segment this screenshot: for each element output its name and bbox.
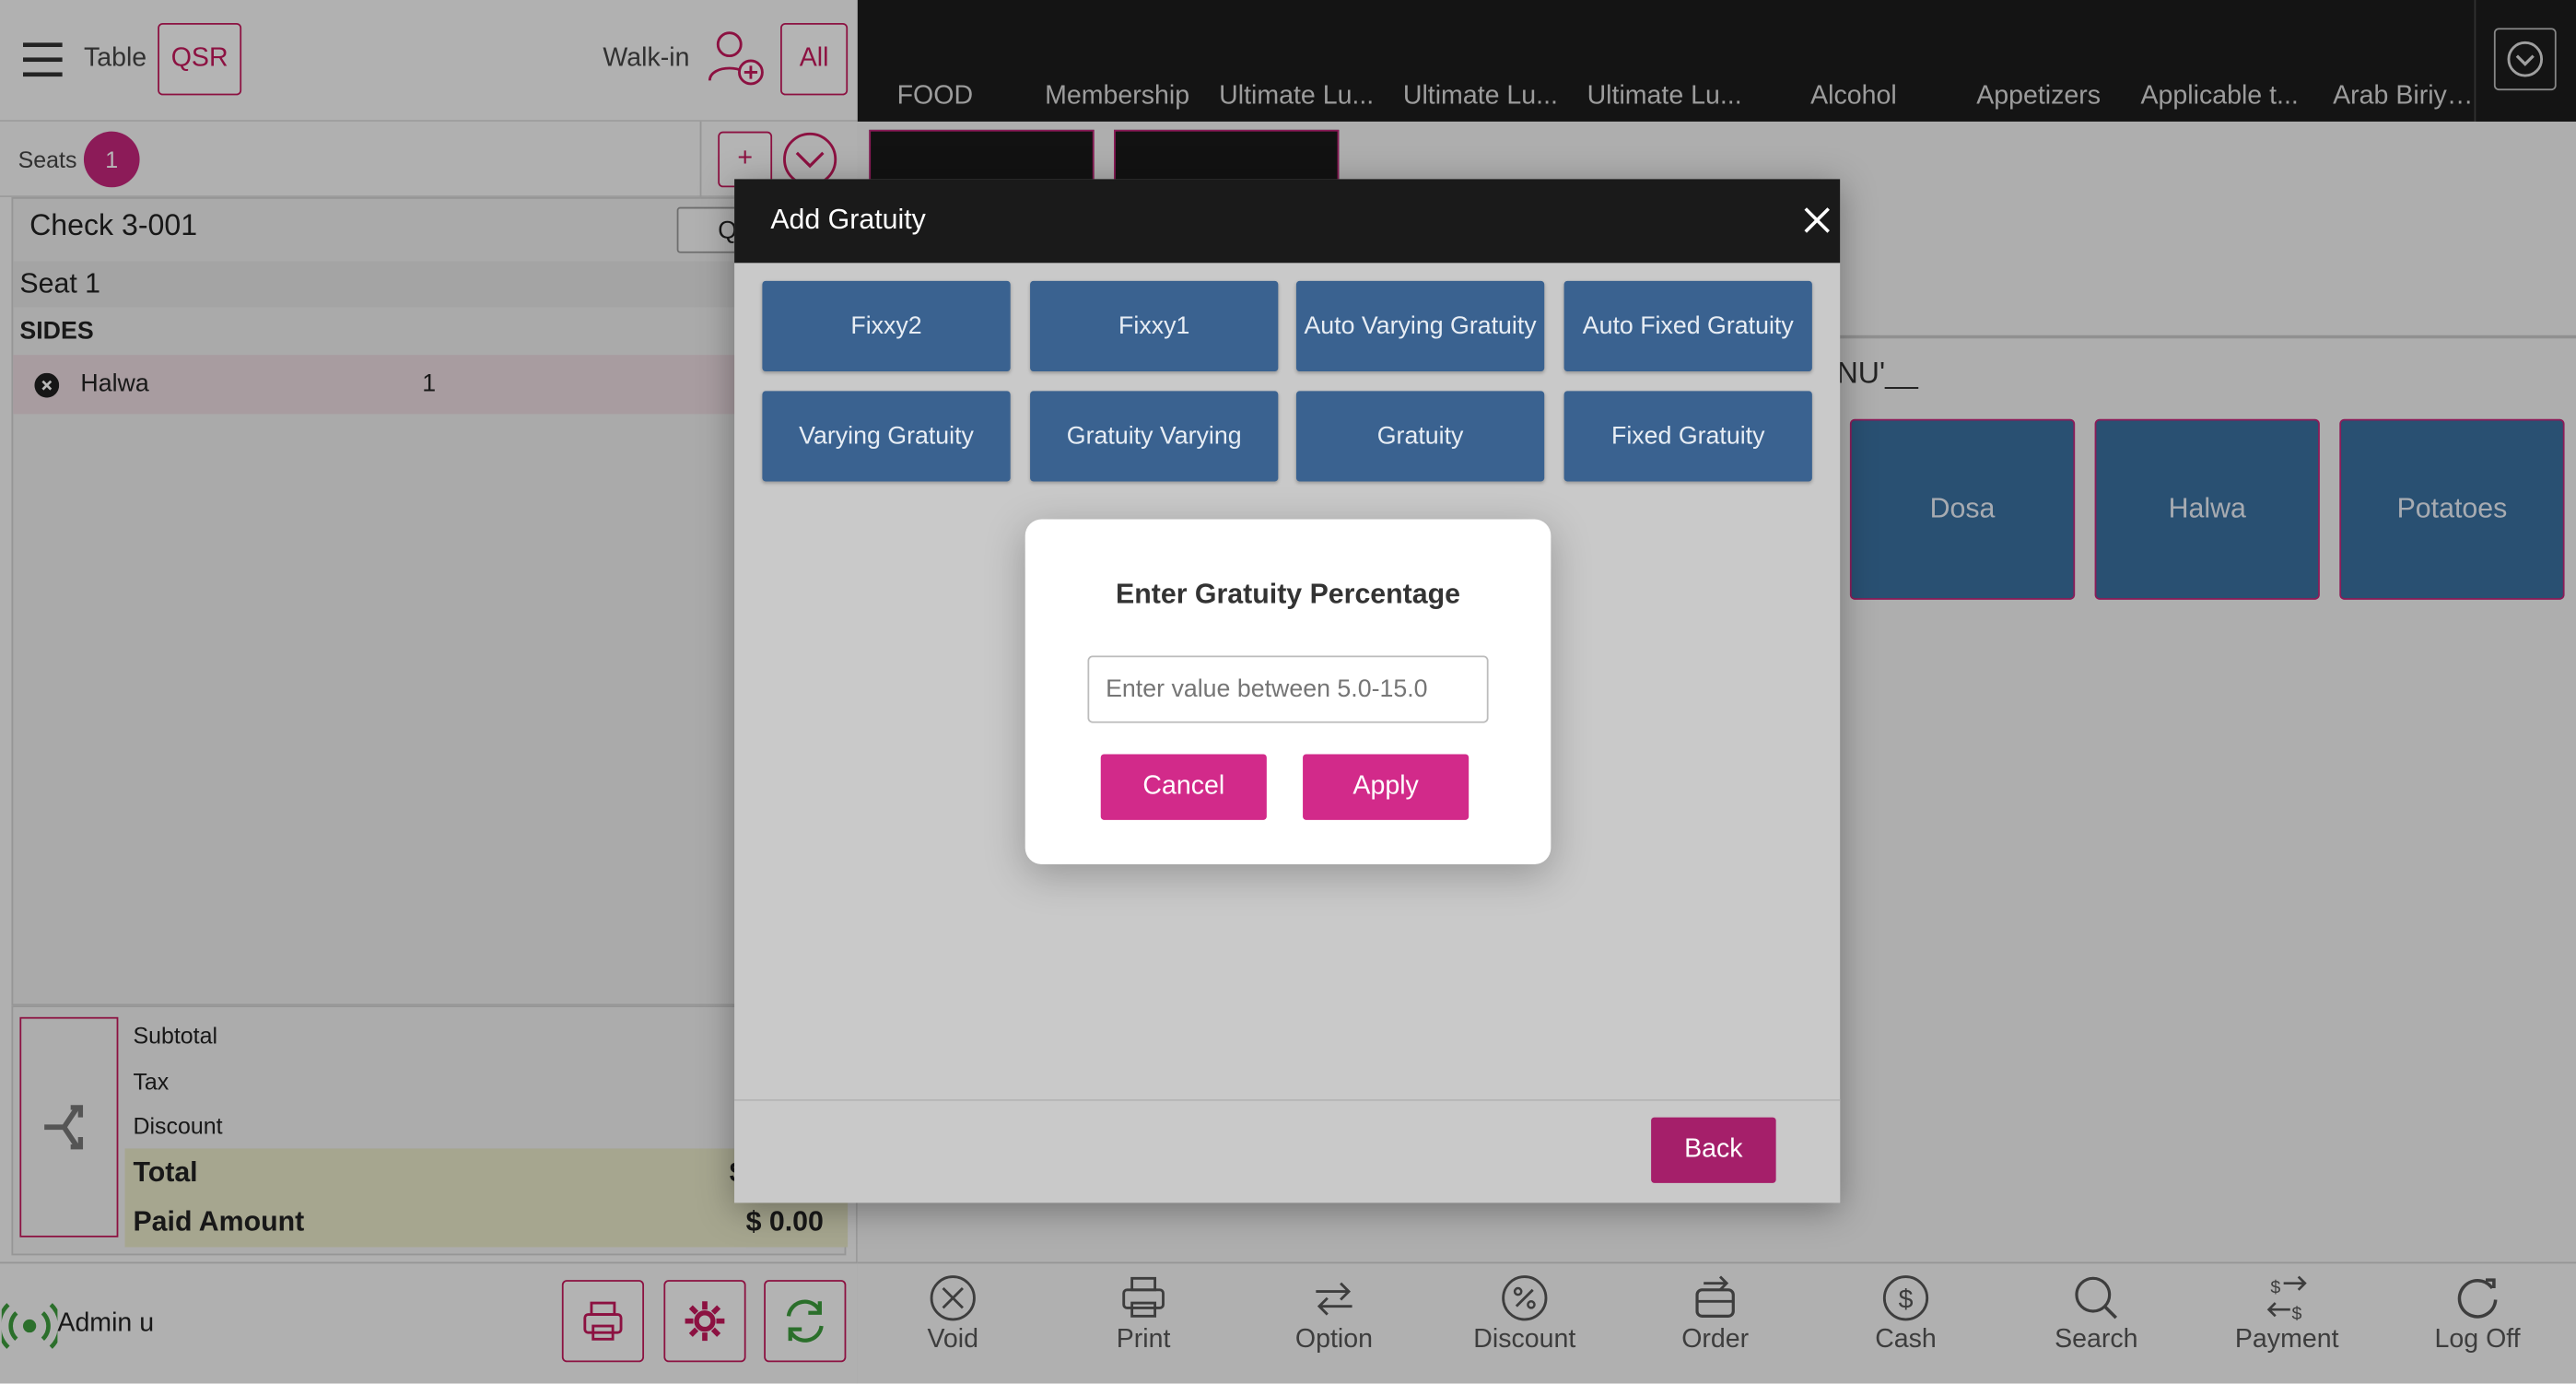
gratuity-percentage-modal: Enter Gratuity Percentage Cancel Apply [1025, 519, 1551, 864]
gratuity-option[interactable]: Varying Gratuity [762, 391, 1011, 482]
apply-button[interactable]: Apply [1303, 754, 1469, 820]
cancel-button[interactable]: Cancel [1100, 754, 1267, 820]
gratuity-option[interactable]: Auto Varying Gratuity [1295, 280, 1545, 372]
dialog-title: Add Gratuity [770, 204, 926, 235]
dialog-footer: Back [734, 1098, 1841, 1203]
modal-title: Enter Gratuity Percentage [1116, 578, 1461, 610]
dialog-header: Add Gratuity [734, 179, 1841, 264]
back-button[interactable]: Back [1651, 1117, 1776, 1183]
gratuity-option[interactable]: Fixxy2 [762, 280, 1011, 372]
close-icon[interactable] [1800, 204, 1833, 237]
gratuity-option[interactable]: Gratuity Varying [1030, 391, 1279, 482]
gratuity-option[interactable]: Auto Fixed Gratuity [1563, 280, 1812, 372]
gratuity-percentage-input[interactable] [1087, 655, 1489, 723]
gratuity-option[interactable]: Gratuity [1295, 391, 1545, 482]
gratuity-option[interactable]: Fixed Gratuity [1563, 391, 1812, 482]
gratuity-option[interactable]: Fixxy1 [1030, 280, 1279, 372]
